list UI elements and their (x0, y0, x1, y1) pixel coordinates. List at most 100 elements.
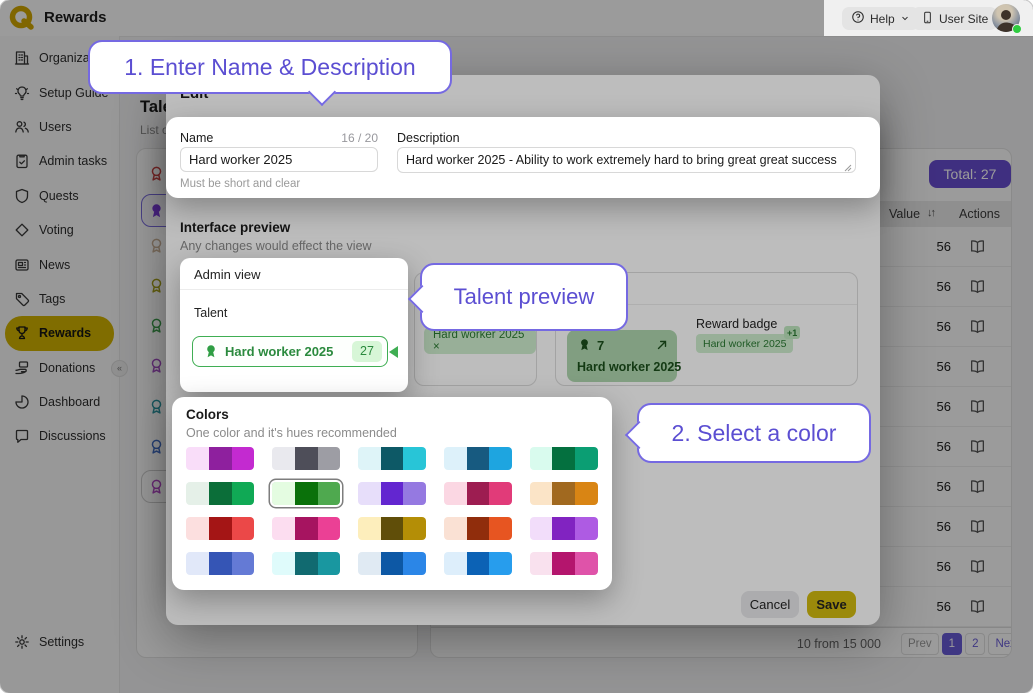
color-cell (444, 552, 467, 575)
color-cell (358, 447, 381, 470)
color-cell (295, 482, 318, 505)
phone-icon (921, 10, 934, 28)
help-button[interactable]: Help (842, 7, 919, 30)
color-cell (358, 517, 381, 540)
color-cell (318, 517, 341, 540)
color-cell (318, 482, 341, 505)
color-cell (272, 482, 295, 505)
name-description-section: Name 16 / 20 Must be short and clear Des… (166, 117, 880, 198)
color-cell (403, 482, 426, 505)
color-swatch[interactable] (358, 482, 426, 505)
color-cell (272, 517, 295, 540)
name-input[interactable] (180, 147, 378, 172)
color-cell (318, 447, 341, 470)
color-swatch[interactable] (358, 517, 426, 540)
colors-subheading: One color and it's hues recommended (186, 426, 397, 440)
question-circle-icon (851, 10, 865, 27)
callout-text: 1. Enter Name & Description (124, 54, 415, 81)
color-cell (552, 482, 575, 505)
color-swatch-selected[interactable] (272, 482, 340, 505)
color-palette-grid (186, 447, 598, 587)
color-cell (444, 482, 467, 505)
color-swatch[interactable] (530, 552, 598, 575)
color-swatch[interactable] (530, 517, 598, 540)
color-cell (381, 552, 404, 575)
color-cell (232, 447, 255, 470)
tour-callout-talent-preview: Talent preview (420, 263, 628, 331)
color-cell (530, 482, 553, 505)
talent-label: Talent (194, 306, 227, 320)
color-cell (530, 552, 553, 575)
chevron-down-icon (900, 12, 910, 26)
talent-chip: Hard worker 2025 27 (192, 336, 388, 367)
color-cell (552, 447, 575, 470)
tour-callout-select-color: 2. Select a color (637, 403, 871, 463)
name-field-label: Name (180, 131, 213, 145)
color-cell (552, 552, 575, 575)
color-swatch[interactable] (186, 552, 254, 575)
color-swatch[interactable] (358, 447, 426, 470)
color-swatch[interactable] (530, 482, 598, 505)
color-cell (358, 482, 381, 505)
talent-chip-count: 27 (352, 341, 382, 362)
color-cell (272, 447, 295, 470)
admin-view-header: Admin view (180, 258, 408, 290)
color-cell (489, 482, 512, 505)
user-site-label: User Site (939, 12, 988, 26)
app-window: Rewards Help User Site OrganizationSetup… (0, 0, 1033, 693)
color-cell (209, 552, 232, 575)
color-cell (530, 447, 553, 470)
color-cell (467, 552, 490, 575)
color-cell (489, 517, 512, 540)
color-cell (444, 447, 467, 470)
color-swatch[interactable] (186, 482, 254, 505)
color-swatch[interactable] (444, 482, 512, 505)
color-swatch[interactable] (186, 517, 254, 540)
color-cell (381, 482, 404, 505)
color-swatch[interactable] (272, 517, 340, 540)
color-cell (209, 517, 232, 540)
color-swatch[interactable] (444, 517, 512, 540)
color-cell (575, 552, 598, 575)
color-swatch[interactable] (358, 552, 426, 575)
description-field-label: Description (397, 131, 460, 145)
color-cell (186, 447, 209, 470)
color-swatch[interactable] (272, 552, 340, 575)
description-textarea[interactable]: Hard worker 2025 - Ability to work extre… (397, 147, 856, 173)
color-cell (295, 552, 318, 575)
color-swatch[interactable] (444, 447, 512, 470)
color-cell (209, 447, 232, 470)
color-cell (467, 482, 490, 505)
online-status-dot (1012, 24, 1022, 34)
color-swatch[interactable] (186, 447, 254, 470)
name-char-counter: 16 / 20 (326, 131, 378, 145)
color-cell (403, 447, 426, 470)
color-swatch[interactable] (530, 447, 598, 470)
resize-handle-icon[interactable] (844, 161, 852, 169)
color-cell (444, 517, 467, 540)
color-cell (209, 482, 232, 505)
colors-heading: Colors (186, 407, 229, 422)
color-cell (489, 552, 512, 575)
callout-text: Talent preview (454, 284, 595, 310)
color-cell (575, 447, 598, 470)
user-site-button[interactable]: User Site (912, 7, 997, 30)
color-cell (530, 517, 553, 540)
colors-section: Colors One color and it's hues recommend… (172, 397, 612, 590)
color-swatch[interactable] (272, 447, 340, 470)
color-cell (552, 517, 575, 540)
color-cell (467, 517, 490, 540)
color-cell (381, 517, 404, 540)
color-cell (403, 552, 426, 575)
color-swatch[interactable] (444, 552, 512, 575)
chip-pointer-icon (389, 346, 398, 358)
color-cell (467, 447, 490, 470)
color-cell (381, 447, 404, 470)
top-bar-right-cluster: Help User Site (824, 0, 1033, 36)
color-cell (403, 517, 426, 540)
color-cell (318, 552, 341, 575)
description-value: Hard worker 2025 - Ability to work extre… (406, 153, 837, 167)
tour-callout-name-description: 1. Enter Name & Description (88, 40, 452, 94)
color-cell (232, 552, 255, 575)
talent-chip-label: Hard worker 2025 (225, 344, 333, 359)
